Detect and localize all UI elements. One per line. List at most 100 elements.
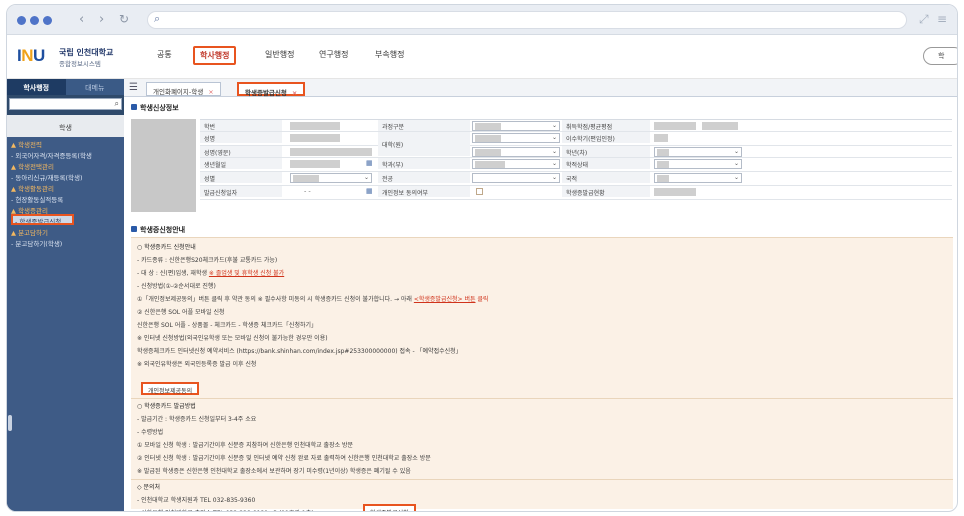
sidebar-group[interactable]: ▲ 학생증관리 [7,203,124,214]
sidebar-item[interactable]: - 분고담하기(학생) [7,236,124,247]
status-select[interactable]: ⌄ [654,159,742,169]
guide-line-text: ② 신한은행 SOL 어플 모바일 신청 [137,309,225,316]
close-icon[interactable]: × [208,88,213,96]
logo-title: 국립 인천대학교 [59,48,114,57]
nationality-select[interactable]: ⌄ [654,173,742,183]
label-status: 학적상태 [562,158,650,169]
topmenu-academic[interactable]: 학사행정 [193,46,237,65]
address-bar[interactable]: ⌕ [147,11,907,29]
guide-line: - 발급기간 : 학생증카드 신청일부터 3-4주 소요 [137,414,256,423]
app-window: ‹ › ↻ ⌕ ⤢ ≡ INU 국립 인천대학교 종합정보시스템 공통 학사행정… [6,4,958,512]
sidebar-item[interactable]: - 현장활동실적등록 [7,192,124,203]
topmenu-research[interactable]: 연구행정 [319,49,348,60]
guide-line: ① 모바일 신청 학생 : 발급기간이후 신분증 지참하여 신한은행 인천대학교… [137,440,353,449]
guide-line: ※ 외국인유학생은 외국인등록증 발급 이후 신청 [137,359,256,368]
student-no-value [290,122,340,130]
hamburger-icon[interactable]: ☰ [129,82,138,93]
app-header: INU 국립 인천대학교 종합정보시스템 공통 학사행정 일반행정 연구행정 부… [7,35,957,79]
label-privacy: 개인정보 동의여부 [378,186,470,197]
sidebar-item[interactable]: - 학생증발급신청 [11,214,74,225]
major-dept-select[interactable]: ⌄ [472,159,560,169]
guide-line-text: ◇ 문의처 [137,484,161,491]
sidebar-tab-main-menu[interactable]: 대메뉴 [65,79,124,95]
guide-line-text: ② 인터넷 신청 학생 : 발급기간이후 신분증 및 인터넷 예약 신청 완료 … [137,455,431,462]
guide-line: - 인천대학교 학생지원과 TEL 032-835-9360 [137,495,255,504]
calendar-icon[interactable]: ▦ [366,159,373,167]
calendar-icon[interactable]: ▦ [366,187,373,195]
menu-icon[interactable]: ≡ [937,12,947,26]
label-major-dept: 학과(부) [378,158,470,169]
sidebar-group[interactable]: ▲ 분고담하기 [7,225,124,236]
sidebar-tab-academic[interactable]: 학사행정 [7,79,66,95]
privacy-consent-button[interactable]: 개인정보제공동의 [141,382,200,395]
tab-student-card[interactable]: 학생증발급신청 × [237,82,306,97]
label-nationality: 국적 [562,172,650,183]
gender-select[interactable]: ⌄ [290,173,372,183]
course-select[interactable]: ⌄ [472,121,560,131]
browser-toolbar: ‹ › ↻ ⌕ ⤢ ≡ [7,5,957,35]
guide-line: - 신청방법(①-②순서대로 진행) [137,281,216,290]
guide-line: ※ 인터넷 신청방법(외국인유학생 또는 모바일 신청이 불가능한 경우만 이용… [137,333,328,342]
guide-line-tail: 클릭 [475,296,489,303]
grade-select[interactable]: ⌄ [654,147,742,157]
guide-line: - 대 상 : 신(편)입생, 재학생 ※ 졸업생 및 휴학생 신청 불가 [137,268,284,277]
college-select[interactable]: ⌄ [472,133,560,143]
privacy-checkbox[interactable] [476,188,483,195]
guide-line: ② 인터넷 신청 학생 : 발급기간이후 신분증 및 인터넷 예약 신청 완료 … [137,453,431,462]
section-icon [131,104,137,110]
college-sub-select[interactable]: ⌄ [472,147,560,157]
student-info-title: 학생신상정보 [131,103,179,113]
topmenu-affiliated[interactable]: 부속행정 [375,49,404,60]
card-status-value [654,188,696,196]
tab-label: 학생증발급신청 [245,89,287,97]
topmenu-common[interactable]: 공통 [157,49,172,60]
tab-label: 개인화폐이지-학생 [153,88,204,96]
window-zoom-dot[interactable] [43,16,52,25]
page-tabs-bar: ☰ 개인화폐이지-학생 × 학생증발급신청 × [124,79,957,97]
chevron-down-icon: ⌄ [733,148,739,155]
sidebar-group[interactable]: ▲ 학생전력 [7,137,124,148]
header-pill-button[interactable]: 학 [923,47,957,65]
window-minimize-dot[interactable] [30,16,39,25]
guide-line: ○ 학생증카드 신청안내 [137,242,196,251]
reload-icon[interactable]: ↻ [119,12,129,26]
topmenu-general[interactable]: 일반행정 [265,49,294,60]
guide-line-text: - 카드종류 : 신한은행S20체크카드(후불 교통카드 가능) [137,257,278,264]
guide-line-text: - 수령방법 [137,429,164,436]
apply-card-button[interactable]: 학생증발급신청 [363,504,416,511]
issue-date-value: - - [304,187,311,195]
search-icon[interactable]: ⌕ [115,99,119,109]
guide-line-text: - 신청방법(①-②순서대로 진행) [137,283,216,290]
chevron-down-icon: ⌄ [551,134,557,141]
student-photo [131,119,196,212]
back-icon[interactable]: ‹ [79,12,84,27]
student-info-grid: 학번 과정구분 ⌄ 취득학점/평균평점 성명 ⌄ 이수학기(편입인정) 대학(원… [200,119,952,215]
window-close-dot[interactable] [17,16,26,25]
sidebar-category: 학생 [7,115,124,137]
gpa-value [702,122,738,130]
forward-icon[interactable]: › [99,12,104,27]
major-select[interactable]: ⌄ [472,173,560,183]
guide-line-text: ※ 인터넷 신청방법(외국인유학생 또는 모바일 신청이 불가능한 경우만 이용… [137,335,328,342]
guide-line: ◇ 문의처 [137,482,160,491]
guide-panel: ○ 학생증카드 신청안내 - 카드종류 : 신한은행S20체크카드(후불 교통카드… [131,237,953,511]
tab-personal[interactable]: 개인화폐이지-학생 × [146,82,221,96]
sidebar-search-input[interactable]: ⌕ [9,98,122,110]
chevron-down-icon: ⌄ [551,122,557,129]
guide-title: 학생증신청안내 [131,225,185,235]
sidebar-group[interactable]: ▲ 학생활동관리 [7,181,124,192]
sidebar-group[interactable]: ▲ 학생전택관리 [7,159,124,170]
guide-line-text: - 대 상 : 신(편)입생, 재학생 [137,270,209,277]
close-icon[interactable]: × [292,89,297,97]
label-card-status: 학생증발급현황 [562,186,650,197]
expand-icon[interactable]: ⤢ [919,12,929,27]
sidebar-item[interactable]: - 동아리신규/재등록(학생) [7,170,124,181]
label-name-en: 성명(영문) [200,146,282,157]
sidebar-item[interactable]: - 외국어자격/자격증등록(학생 [7,148,124,159]
chevron-down-icon: ⌄ [363,174,369,181]
guide-line-text: - 인천대학교 학생지원과 TEL 032-835-9360 [137,497,256,504]
sidebar-resize-handle[interactable] [8,415,12,431]
guide-line-text: 신한은행 SOL 어플 - 상품몰 - 체크카드 - 학생증 체크카드「신청하기… [137,322,318,329]
chevron-down-icon: ⌄ [551,160,557,167]
chevron-down-icon: ⌄ [733,174,739,181]
